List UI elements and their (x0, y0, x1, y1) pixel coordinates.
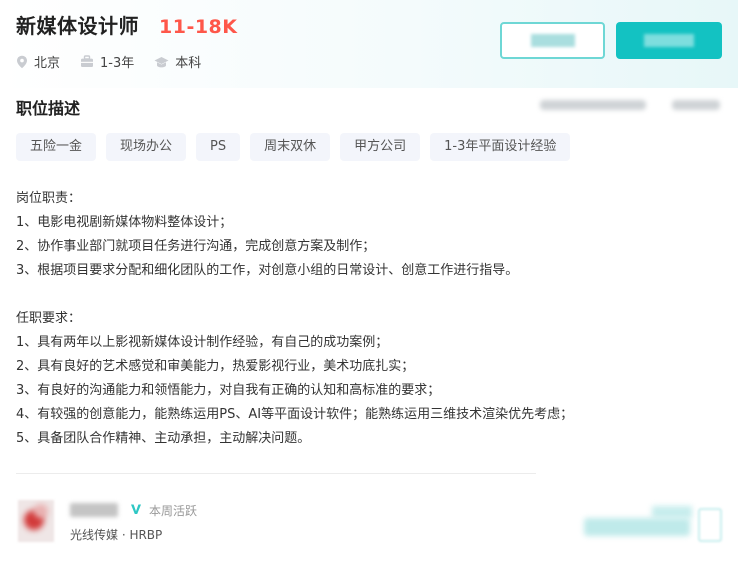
recruiter-company: 光线传媒 · HRBP (70, 528, 163, 542)
requirement-item: 5、具备团队合作精神、主动承担，主动解决问题。 (16, 431, 311, 446)
requirement-item: 2、具有良好的艺术感觉和审美能力，热爱影视行业，美术功底扎实； (16, 359, 415, 374)
requirements-title: 任职要求： (16, 311, 82, 326)
recruiter-avatar[interactable] (18, 500, 54, 542)
briefcase-icon (81, 55, 94, 67)
recruiter-name-blurred (70, 503, 118, 517)
chat-button[interactable] (616, 22, 722, 59)
duty-item: 3、根据项目要求分配和细化团队的工作，对创意小组的日常设计、创意工作进行指导。 (16, 263, 519, 278)
job-title-row: 新媒体设计师 11-18K (16, 10, 238, 39)
job-education: 本科 (154, 52, 201, 71)
interest-button[interactable] (500, 22, 605, 59)
section-title: 职位描述 (16, 99, 81, 118)
education-text: 本科 (175, 56, 202, 71)
tag: 周末双休 (250, 133, 331, 161)
job-description: 岗位职责： 1、电影电视剧新媒体物料整体设计； 2、协作事业部门就项目任务进行沟… (16, 187, 573, 451)
tag: PS (196, 133, 241, 161)
requirement-item: 3、有良好的沟通能力和领悟能力，对自我有正确的认知和高标准的要求； (16, 383, 441, 398)
chat-button-label-blurred (644, 34, 694, 47)
interest-button-label-blurred (530, 34, 575, 47)
duty-item: 2、协作事业部门就项目任务进行沟通，完成创意方案及制作； (16, 239, 376, 254)
divider (16, 473, 536, 474)
job-experience: 1-3年 (80, 52, 134, 71)
duties-title: 岗位职责： (16, 191, 82, 206)
job-title: 新媒体设计师 (16, 14, 139, 38)
blurred-qr-label (652, 506, 692, 518)
location-pin-icon (17, 55, 27, 68)
verified-badge-icon (131, 504, 141, 514)
tag: 五险一金 (16, 133, 97, 161)
duty-item: 1、电影电视剧新媒体物料整体设计； (16, 215, 233, 230)
graduation-cap-icon (154, 56, 169, 67)
tag: 1-3年平面设计经验 (430, 133, 571, 161)
blurred-header-link[interactable] (540, 100, 646, 110)
requirement-item: 4、有较强的创意能力，能熟练运用PS、AI等平面设计软件；能熟练运用三维技术渲染… (16, 407, 574, 422)
job-location: 北京 (16, 52, 60, 71)
tag: 甲方公司 (340, 133, 421, 161)
experience-text: 1-3年 (100, 56, 135, 71)
requirement-item: 1、具有两年以上影视新媒体设计制作经验，有自己的成功案例； (16, 335, 389, 350)
salary: 11-18K (159, 16, 238, 38)
blurred-qr-text (584, 518, 690, 536)
blurred-header-link-2[interactable] (672, 100, 720, 110)
tag: 现场办公 (106, 133, 187, 161)
location-text: 北京 (34, 56, 61, 71)
job-tags: 五险一金 现场办公 PS 周末双休 甲方公司 1-3年平面设计经验 (16, 133, 580, 161)
recruiter-active-status: 本周活跃 (149, 504, 198, 518)
job-meta-row: 北京 1-3年 本科 (16, 52, 221, 71)
qr-code-icon[interactable] (698, 508, 722, 542)
